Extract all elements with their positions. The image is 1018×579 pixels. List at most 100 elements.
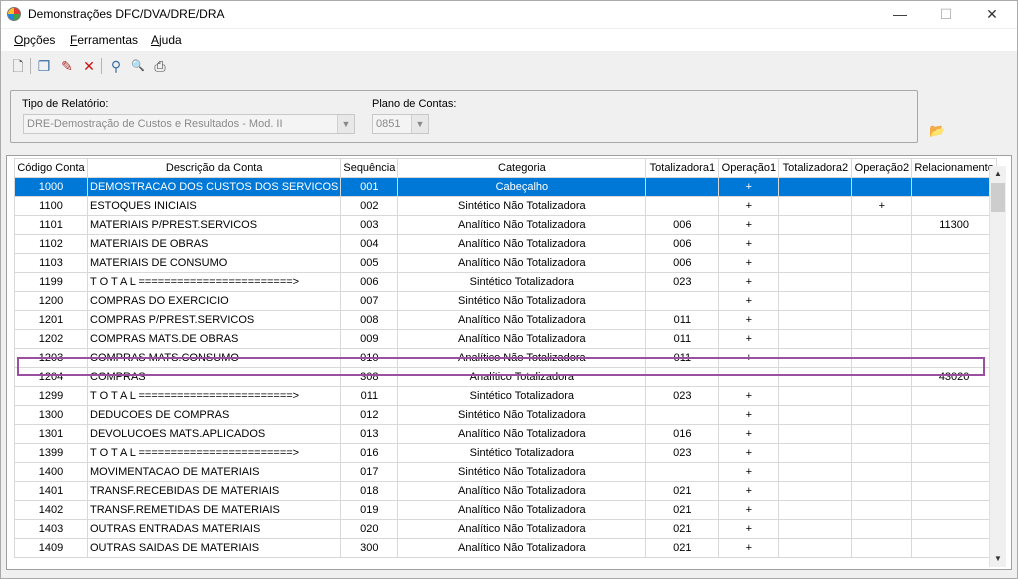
table-row[interactable]: 1100 ESTOQUES INICIAIS 002 Sintético Não To…	[14, 196, 997, 216]
table-cell	[911, 386, 997, 406]
window-title: Demonstrações DFC/DVA/DRE/DRA	[28, 7, 225, 21]
table-cell: Sintético Não Totalizadora	[397, 462, 647, 482]
search-icon[interactable]: ⚲	[106, 56, 126, 76]
table-row[interactable]: 1102 MATERIAIS DE OBRAS 004 Analítico Não T…	[14, 234, 997, 254]
table-cell: 1102	[14, 234, 88, 254]
table-row[interactable]: 1000 DEMOSTRACAO DOS CUSTOS DOS SERVICOS 0…	[14, 177, 997, 197]
vertical-scrollbar[interactable]: ▲ ▼	[989, 166, 1006, 567]
column-header[interactable]: Operação2	[851, 158, 913, 178]
table-cell	[851, 481, 913, 501]
copy-icon[interactable]: ❐	[34, 56, 54, 76]
table-row[interactable]: 1299 T O T A L ========================> 0…	[14, 386, 997, 406]
column-header[interactable]: Operação1	[718, 158, 780, 178]
table-row[interactable]: 1203 COMPRAS MATS.CONSUMO 010 Analítico Não…	[14, 348, 997, 368]
table-cell: Sintético Totalizadora	[397, 272, 647, 292]
table-row[interactable]: 1202 COMPRAS MATS.DE OBRAS 009 Analítico Nã…	[14, 329, 997, 349]
column-header[interactable]: Sequência	[340, 158, 399, 178]
maximize-button[interactable]: ☐	[923, 1, 969, 28]
table-cell: 006	[645, 253, 720, 273]
scroll-up-icon[interactable]: ▲	[990, 166, 1006, 182]
table-cell: 007	[340, 291, 399, 311]
table-cell: 023	[645, 443, 720, 463]
open-folder-icon[interactable]: 📂	[929, 123, 947, 139]
table-cell: Analítico Não Totalizadora	[397, 519, 647, 539]
menu-ajuda[interactable]: Ajuda	[151, 33, 182, 47]
table-cell: Analítico Totalizadora	[397, 367, 647, 387]
table-row[interactable]: 1301 DEVOLUCOES MATS.APLICADOS 013 Analític…	[14, 424, 997, 444]
table-cell	[645, 462, 720, 482]
report-type-value: DRE-Demostração de Custos e Resultados -…	[27, 118, 283, 130]
table-row[interactable]: 1402 TRANSF.REMETIDAS DE MATERIAIS 019 Anal…	[14, 500, 997, 520]
table-cell: Analítico Não Totalizadora	[397, 538, 647, 558]
minimize-button[interactable]: —	[877, 1, 923, 28]
find-icon[interactable]: 🔍	[128, 56, 148, 76]
table-row[interactable]: 1200 COMPRAS DO EXERCICIO 007 Sintético Não…	[14, 291, 997, 311]
table-row[interactable]: 1199 T O T A L ========================> 0…	[14, 272, 997, 292]
table-cell: +	[718, 443, 780, 463]
table-row[interactable]: 1300 DEDUCOES DE COMPRAS 012 Sintético Não …	[14, 405, 997, 425]
table-row[interactable]: 1409 OUTRAS SAIDAS DE MATERIAIS 300 Analíti…	[14, 538, 997, 558]
table-cell	[778, 405, 853, 425]
column-header[interactable]: Relacionamento	[911, 158, 997, 178]
menu-opcoes[interactable]: Opções	[14, 33, 55, 47]
table-row[interactable]: 1399 T O T A L ========================> 0…	[14, 443, 997, 463]
table-cell: T O T A L ========================>	[86, 272, 342, 292]
table-cell: 010	[340, 348, 399, 368]
table-cell	[851, 519, 913, 539]
table-row[interactable]: 1201 COMPRAS P/PREST.SERVICOS 008 Analítico…	[14, 310, 997, 330]
column-header[interactable]: Descrição da Conta	[86, 158, 342, 178]
delete-icon[interactable]: ✕	[79, 56, 99, 76]
table-cell	[851, 310, 913, 330]
new-document-icon[interactable]: 🗋	[8, 56, 28, 76]
close-button[interactable]: ✕	[969, 1, 1015, 28]
grid-body: 1000 DEMOSTRACAO DOS CUSTOS DOS SERVICOS 0…	[14, 177, 997, 558]
table-row[interactable]: 1400 MOVIMENTACAO DE MATERIAIS 017 Sintétic…	[14, 462, 997, 482]
table-cell: 006	[645, 234, 720, 254]
table-cell: 011	[645, 348, 720, 368]
app-window: Demonstrações DFC/DVA/DRE/DRA — ☐ ✕ Opçõ…	[0, 0, 1018, 579]
table-cell: 1103	[14, 253, 88, 273]
table-cell: 1300	[14, 405, 88, 425]
table-cell: Analítico Não Totalizadora	[397, 310, 647, 330]
table-cell	[911, 348, 997, 368]
chevron-down-icon: ▼	[337, 115, 354, 133]
table-cell	[851, 253, 913, 273]
table-row[interactable]: 1204 COMPRAS 308 Analítico Totalizadora 4302…	[14, 367, 997, 387]
table-row[interactable]: 1401 TRANSF.RECEBIDAS DE MATERIAIS 018 Anal…	[14, 481, 997, 501]
table-row[interactable]: 1403 OUTRAS ENTRADAS MATERIAIS 020 Analític…	[14, 519, 997, 539]
table-cell: 005	[340, 253, 399, 273]
table-cell: Analítico Não Totalizadora	[397, 234, 647, 254]
column-header[interactable]: Código Conta	[14, 158, 88, 178]
table-cell: 011	[645, 329, 720, 349]
scrollbar-thumb[interactable]	[991, 183, 1005, 212]
table-cell: Analítico Não Totalizadora	[397, 215, 647, 235]
table-cell: +	[718, 519, 780, 539]
chart-of-accounts-value: 0851	[376, 118, 401, 130]
table-cell: +	[718, 462, 780, 482]
table-cell: 003	[340, 215, 399, 235]
table-cell	[911, 272, 997, 292]
table-row[interactable]: 1101 MATERIAIS P/PREST.SERVICOS 003 Analíti…	[14, 215, 997, 235]
print-icon[interactable]: ⎙	[150, 56, 170, 76]
table-row[interactable]: 1103 MATERIAIS DE CONSUMO 005 Analítico Não…	[14, 253, 997, 273]
column-header[interactable]: Totalizadora1	[645, 158, 720, 178]
table-cell	[778, 500, 853, 520]
column-header[interactable]: Totalizadora2	[778, 158, 853, 178]
table-cell: MOVIMENTACAO DE MATERIAIS	[86, 462, 342, 482]
table-cell: 1401	[14, 481, 88, 501]
menu-ferramentas[interactable]: Ferramentas	[70, 33, 138, 47]
table-cell	[778, 462, 853, 482]
table-cell: 1000	[14, 177, 88, 197]
table-cell	[851, 443, 913, 463]
chart-of-accounts-select[interactable]: 0851 ▼	[372, 114, 429, 134]
edit-icon[interactable]: ✎	[57, 56, 77, 76]
table-cell	[778, 386, 853, 406]
scroll-down-icon[interactable]: ▼	[990, 551, 1006, 567]
column-header[interactable]: Categoria	[397, 158, 647, 178]
table-cell	[778, 481, 853, 501]
table-cell	[851, 424, 913, 444]
table-cell: +	[718, 348, 780, 368]
table-cell: Sintético Não Totalizadora	[397, 405, 647, 425]
report-type-select[interactable]: DRE-Demostração de Custos e Resultados -…	[23, 114, 355, 134]
table-cell	[911, 253, 997, 273]
